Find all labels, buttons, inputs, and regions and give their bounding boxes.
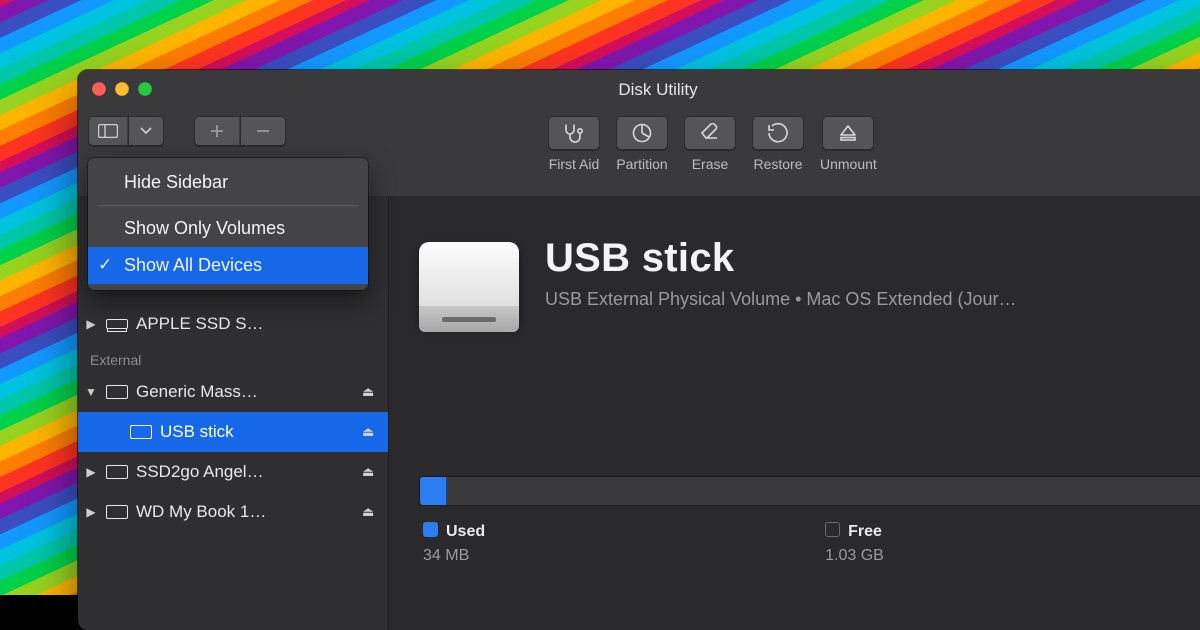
external-disk-icon [106, 503, 128, 521]
sidebar-item-label: WD My Book 1… [136, 502, 354, 522]
free-legend-label: Free [848, 523, 882, 540]
restore-label: Restore [752, 156, 804, 172]
used-swatch-icon [423, 522, 438, 537]
window-title: Disk Utility [78, 70, 1200, 100]
view-options-menu: Hide Sidebar Show Only Volumes Show All … [88, 158, 368, 290]
disclosure-down-icon[interactable]: ▼ [84, 385, 98, 399]
unmount-button[interactable] [822, 116, 874, 150]
sidebar-item-usb-stick[interactable]: · USB stick ⏏ [78, 412, 388, 452]
fullscreen-window-button[interactable] [138, 82, 152, 96]
free-legend-value: 1.03 GB [825, 547, 884, 565]
sidebar-item-wd-mybook[interactable]: ▶ WD My Book 1… ⏏ [78, 492, 388, 532]
sidebar-item-apple-ssd[interactable]: ▶ APPLE SSD S… [78, 304, 388, 344]
sidebar-item-label: APPLE SSD S… [136, 314, 378, 334]
capacity-bar-used [420, 477, 447, 505]
menu-item-show-only-volumes[interactable]: Show Only Volumes [88, 210, 368, 247]
menu-separator [98, 205, 358, 206]
close-window-button[interactable] [92, 82, 106, 96]
eraser-icon [698, 123, 722, 143]
eject-icon[interactable]: ⏏ [362, 504, 378, 520]
eject-icon [838, 123, 858, 143]
disk-utility-window: Disk Utility [78, 70, 1200, 630]
restore-button[interactable] [752, 116, 804, 150]
minimize-window-button[interactable] [115, 82, 129, 96]
eject-icon[interactable]: ⏏ [362, 424, 378, 440]
free-swatch-icon [825, 522, 840, 537]
firstaid-button[interactable] [548, 116, 600, 150]
sidebar-toggle-icon[interactable] [88, 116, 128, 146]
stethoscope-icon [562, 123, 586, 143]
volume-drive-icon [419, 236, 519, 332]
titlebar: Disk Utility [78, 70, 1200, 110]
window-controls [92, 82, 152, 96]
add-remove-volume-group [194, 116, 286, 146]
internal-ssd-icon [106, 315, 128, 333]
erase-button[interactable] [684, 116, 736, 150]
menu-item-show-all-devices[interactable]: Show All Devices [88, 247, 368, 284]
volume-name: USB stick [545, 236, 1017, 281]
used-legend-label: Used [446, 523, 485, 540]
eject-icon[interactable]: ⏏ [362, 384, 378, 400]
sidebar-item-label: SSD2go Angel… [136, 462, 354, 482]
used-legend-value: 34 MB [423, 547, 485, 565]
partition-label: Partition [616, 156, 668, 172]
sidebar-item-generic-mass[interactable]: ▼ Generic Mass… ⏏ [78, 372, 388, 412]
unmount-label: Unmount [820, 156, 877, 172]
disclosure-right-icon[interactable]: ▶ [84, 317, 98, 331]
sidebar-item-label: Generic Mass… [136, 382, 354, 402]
disclosure-right-icon[interactable]: ▶ [84, 505, 98, 519]
add-volume-button[interactable] [194, 116, 240, 146]
volume-subtitle: USB External Physical Volume • Mac OS Ex… [545, 289, 1017, 310]
remove-volume-button[interactable] [240, 116, 286, 146]
menu-item-hide-sidebar[interactable]: Hide Sidebar [88, 164, 368, 201]
eject-icon[interactable]: ⏏ [362, 464, 378, 480]
content-pane: USB stick USB External Physical Volume •… [389, 196, 1200, 630]
sidebar-item-label: USB stick [160, 422, 354, 442]
erase-label: Erase [684, 156, 736, 172]
restore-arrow-icon [767, 122, 789, 144]
disclosure-right-icon[interactable]: ▶ [84, 465, 98, 479]
firstaid-label: First Aid [548, 156, 600, 172]
piechart-icon [631, 122, 653, 144]
external-disk-icon [106, 383, 128, 401]
sidebar-section-external: External [78, 344, 388, 372]
external-disk-icon [130, 423, 152, 441]
chevron-down-icon[interactable] [128, 116, 164, 146]
partition-button[interactable] [616, 116, 668, 150]
external-disk-icon [106, 463, 128, 481]
view-options-dropdown[interactable] [88, 116, 164, 146]
capacity-bar [419, 476, 1200, 506]
sidebar-item-ssd2go[interactable]: ▶ SSD2go Angel… ⏏ [78, 452, 388, 492]
